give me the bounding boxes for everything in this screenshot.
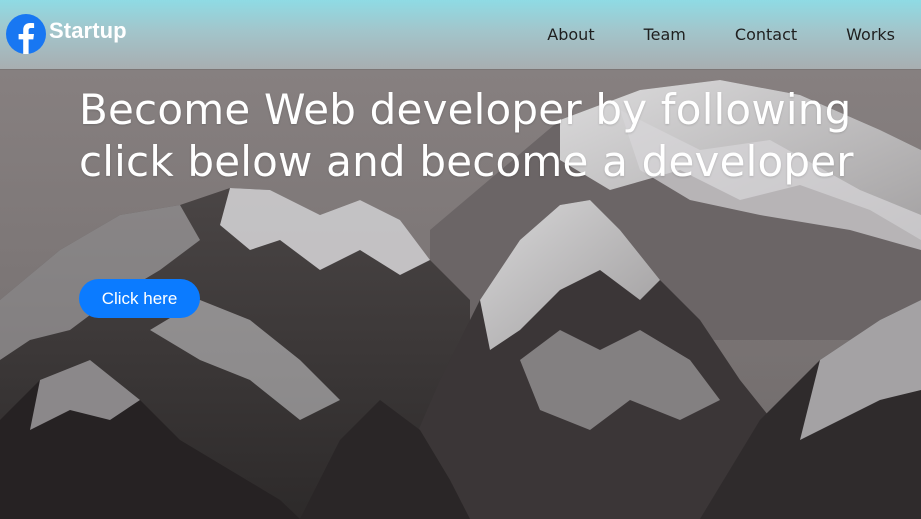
hero-background-image bbox=[0, 0, 921, 519]
navbar: Startup About Team Contact Works bbox=[0, 0, 921, 69]
nav-link-about[interactable]: About bbox=[547, 24, 594, 46]
brand-name: Startup bbox=[49, 18, 127, 43]
nav-links: About Team Contact Works bbox=[498, 24, 895, 46]
brand-link[interactable]: Startup bbox=[6, 13, 127, 55]
nav-link-works[interactable]: Works bbox=[846, 24, 895, 46]
hero-title: Become Web developer by following click … bbox=[79, 85, 854, 186]
click-here-button[interactable]: Click here bbox=[79, 279, 200, 318]
page: Startup About Team Contact Works Become … bbox=[0, 0, 921, 519]
hero-section: Become Web developer by following click … bbox=[79, 84, 899, 318]
nav-link-team[interactable]: Team bbox=[644, 24, 686, 46]
facebook-icon bbox=[6, 14, 46, 54]
nav-link-contact[interactable]: Contact bbox=[735, 24, 797, 46]
